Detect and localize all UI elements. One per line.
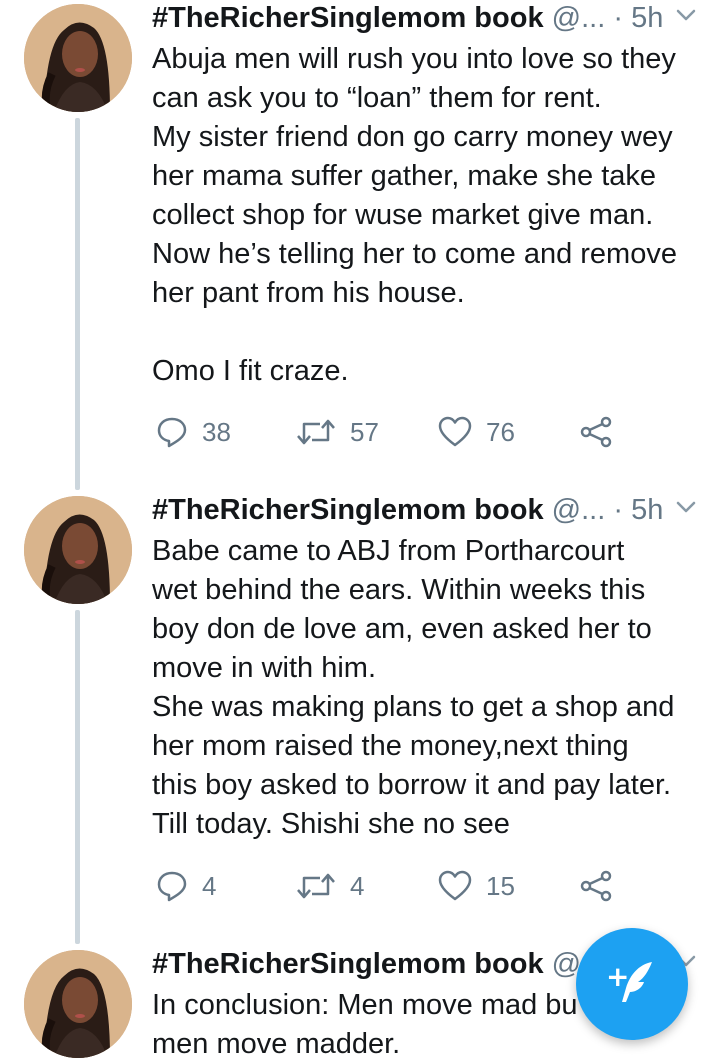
text-line: My sister friend don go carry money wey xyxy=(152,121,673,153)
text-line: Now he’s telling her to come and remove xyxy=(152,238,677,270)
tweet-text: Babe came to ABJ from Portharcourt wet b… xyxy=(152,532,700,844)
retweet-button[interactable]: 57 xyxy=(296,412,379,452)
compose-button[interactable]: + xyxy=(576,928,688,1040)
text-line: boy don de love am, even asked her to xyxy=(152,613,652,645)
reply-button[interactable]: 4 xyxy=(156,866,216,906)
text-line: Abuja men will rush you into love so the… xyxy=(152,43,676,75)
tweet[interactable]: #TheRicherSinglemom book @... · 5h Babe … xyxy=(0,492,720,932)
chevron-down-icon[interactable] xyxy=(676,500,696,514)
timestamp[interactable]: 5h xyxy=(631,494,663,526)
tweet-actions: 38 57 76 xyxy=(152,412,632,452)
timestamp[interactable]: 5h xyxy=(631,2,663,34)
like-icon xyxy=(438,870,472,901)
author-name[interactable]: #TheRicherSinglemom book xyxy=(152,948,544,980)
reply-button[interactable]: 38 xyxy=(156,412,231,452)
tweet-header: #TheRicherSinglemom book @... · 5h xyxy=(152,0,696,36)
text-line: her pant from his house. xyxy=(152,277,465,309)
separator: · xyxy=(613,2,623,34)
avatar[interactable] xyxy=(24,496,132,604)
text-line: this boy asked to borrow it and pay late… xyxy=(152,769,672,801)
author-handle[interactable]: @... xyxy=(552,2,606,34)
text-line: wet behind the ears. Within weeks this xyxy=(152,574,646,606)
retweet-count: 4 xyxy=(350,870,365,901)
retweet-button[interactable]: 4 xyxy=(296,866,364,906)
text-line: can ask you to “loan” them for rent. xyxy=(152,82,602,114)
author-handle[interactable]: @... xyxy=(552,494,606,526)
text-line: She was making plans to get a shop and xyxy=(152,691,675,723)
author-name[interactable]: #TheRicherSinglemom book xyxy=(152,494,544,526)
reply-count: 38 xyxy=(202,416,231,447)
reply-icon xyxy=(157,417,187,448)
text-line: Omo I fit craze. xyxy=(152,355,349,387)
text-line: Till today. Shishi she no see xyxy=(152,808,510,840)
like-button[interactable]: 76 xyxy=(438,412,515,452)
compose-plus: + xyxy=(606,960,629,993)
retweet-icon xyxy=(297,419,335,445)
tweet-text: Abuja men will rush you into love so the… xyxy=(152,40,700,391)
retweet-icon xyxy=(297,873,335,899)
retweet-count: 57 xyxy=(350,416,379,447)
compose-icon: + xyxy=(606,960,652,1002)
share-button[interactable] xyxy=(580,866,612,906)
tweet-actions: 4 4 15 xyxy=(152,866,632,906)
text-line: her mom raised the money,next thing xyxy=(152,730,629,762)
avatar[interactable] xyxy=(24,950,132,1058)
text-line: her mama suffer gather, make she take xyxy=(152,160,657,192)
text-line: move in with him. xyxy=(152,652,377,684)
like-button[interactable]: 15 xyxy=(438,866,515,906)
text-line: collect shop for wuse market give man. xyxy=(152,199,654,231)
tweet[interactable]: #TheRicherSinglemom book @... · 5h Abuja… xyxy=(0,0,720,470)
tweet-header: #TheRicherSinglemom book @... · 5h xyxy=(152,492,696,528)
like-count: 76 xyxy=(486,416,515,447)
separator: · xyxy=(613,494,623,526)
avatar[interactable] xyxy=(24,4,132,112)
chevron-down-icon[interactable] xyxy=(676,8,696,22)
share-button[interactable] xyxy=(580,412,612,452)
share-icon xyxy=(580,870,612,902)
share-icon xyxy=(580,416,612,448)
reply-icon xyxy=(157,871,187,902)
author-name[interactable]: #TheRicherSinglemom book xyxy=(152,2,544,34)
reply-count: 4 xyxy=(202,870,217,901)
text-line: Babe came to ABJ from Portharcourt xyxy=(152,535,625,567)
like-icon xyxy=(438,416,472,447)
like-count: 15 xyxy=(486,870,515,901)
